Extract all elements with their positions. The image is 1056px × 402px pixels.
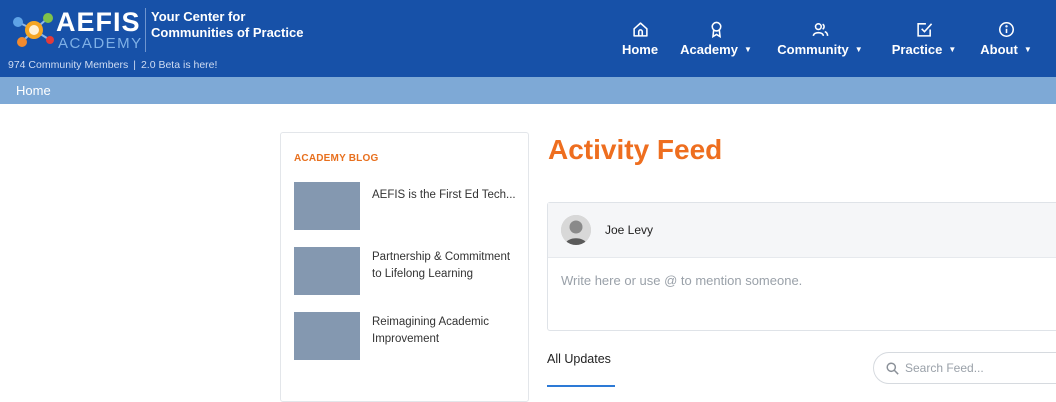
member-count-line: 974 Community Members | 2.0 Beta is here! <box>8 59 217 71</box>
tab-all-updates[interactable]: All Updates <box>547 352 611 366</box>
academy-blog-card: ACADEMY BLOG AEFIS is the First Ed Tech.… <box>280 132 529 402</box>
composer-user-name: Joe Levy <box>605 223 654 237</box>
blog-thumbnail[interactable] <box>294 247 360 295</box>
info-icon <box>998 21 1014 37</box>
page-title: Activity Feed <box>548 134 723 165</box>
nav-community-label: Community <box>777 41 849 57</box>
breadcrumb-bar: Home <box>0 77 1056 104</box>
search-icon <box>886 362 899 375</box>
brand-name[interactable]: AEFIS <box>56 7 141 37</box>
nav-home-label: Home <box>621 41 659 57</box>
avatar[interactable] <box>561 215 591 245</box>
nav-practice-label: Practice <box>891 41 943 57</box>
blog-title: ACADEMY BLOG <box>294 153 379 164</box>
tagline-line-1: Your Center for <box>151 9 246 24</box>
search-placeholder: Search Feed... <box>905 361 984 375</box>
top-header: AEFIS ACADEMY Your Center for Communitie… <box>0 0 1056 77</box>
blog-thumbnail[interactable] <box>294 312 360 360</box>
checkbox-icon <box>916 22 932 37</box>
nav-about-label: About <box>980 41 1018 57</box>
chevron-down-icon: ▼ <box>743 44 752 54</box>
blog-item[interactable]: Partnership & Commitment to Lifelong Lea… <box>294 247 524 295</box>
member-count: 974 Community Members <box>8 59 129 71</box>
nav-about[interactable]: About ▼ <box>974 0 1038 77</box>
brand-sub[interactable]: ACADEMY <box>58 36 143 52</box>
chevron-down-icon: ▼ <box>1023 44 1032 54</box>
chevron-down-icon: ▼ <box>948 44 957 54</box>
nav-academy[interactable]: Academy ▼ <box>676 0 756 77</box>
tagline: Your Center for Communities of Practice <box>151 9 303 41</box>
logo-network-icon[interactable] <box>8 10 60 50</box>
blog-item-title[interactable]: Reimagining Academic Improvement <box>372 314 522 348</box>
breadcrumb-home[interactable]: Home <box>16 83 51 98</box>
chevron-down-icon: ▼ <box>854 44 863 54</box>
blog-item-title[interactable]: AEFIS is the First Ed Tech... <box>372 187 522 204</box>
tagline-line-2: Communities of Practice <box>151 25 304 40</box>
blog-item-title[interactable]: Partnership & Commitment to Lifelong Lea… <box>372 249 522 283</box>
search-feed-input[interactable]: Search Feed... <box>873 352 1056 384</box>
post-composer: Joe Levy Write here or use @ to mention … <box>547 202 1056 331</box>
subline-separator: | <box>133 59 136 71</box>
nav-academy-label: Academy <box>680 41 738 57</box>
blog-thumbnail[interactable] <box>294 182 360 230</box>
user-photo-icon <box>561 215 591 245</box>
nav-community[interactable]: Community ▼ <box>772 0 868 77</box>
blog-item[interactable]: AEFIS is the First Ed Tech... <box>294 182 524 230</box>
users-icon <box>812 22 828 36</box>
home-icon <box>632 21 648 37</box>
nav-home[interactable]: Home <box>620 0 660 77</box>
blog-item[interactable]: Reimagining Academic Improvement <box>294 312 524 360</box>
beta-link[interactable]: 2.0 Beta is here! <box>141 59 217 71</box>
post-text-input[interactable]: Write here or use @ to mention someone. <box>561 273 802 288</box>
tab-active-indicator <box>547 385 615 387</box>
composer-header: Joe Levy <box>548 203 1056 258</box>
nav-practice[interactable]: Practice ▼ <box>884 0 964 77</box>
award-ribbon-icon <box>710 21 722 38</box>
logo-divider <box>145 8 146 52</box>
